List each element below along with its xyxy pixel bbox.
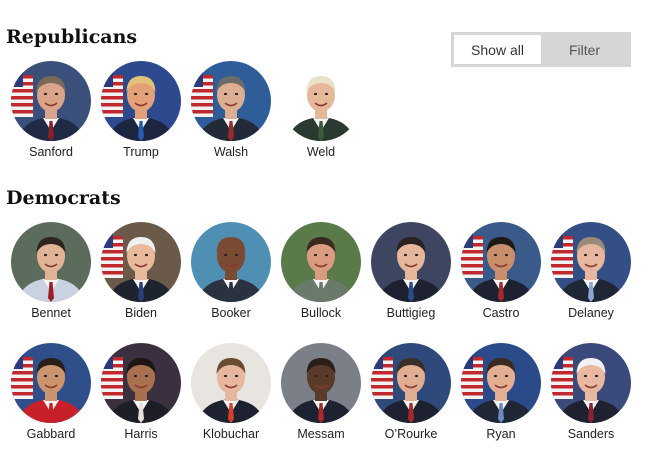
candidate-o-rourke[interactable]: O’Rourke [366,343,456,441]
candidate-buttigieg[interactable]: Buttigieg [366,222,456,320]
candidate-name: Booker [211,306,251,320]
candidate-harris[interactable]: Harris [96,343,186,441]
filter-button[interactable]: Filter [541,35,628,64]
candidate-name: Sanders [567,427,615,441]
section-title-democrats: Democrats [6,187,121,209]
candidate-photo [11,222,91,302]
candidate-photo [371,343,451,423]
candidate-name: Messam [297,427,345,441]
candidate-photo [281,343,361,423]
candidate-messam[interactable]: Messam [276,343,366,441]
candidate-photo [191,222,271,302]
candidate-photo [461,343,541,423]
candidate-name: Ryan [486,427,516,441]
candidate-photo [11,343,91,423]
candidate-name: Weld [306,145,336,159]
candidate-photo [281,61,361,141]
candidate-sanford[interactable]: Sanford [6,61,96,159]
candidate-bullock[interactable]: Bullock [276,222,366,320]
candidate-name: Harris [124,427,158,441]
candidate-name: Buttigieg [386,306,436,320]
candidate-name: O’Rourke [384,427,438,441]
candidate-photo [191,61,271,141]
candidate-walsh[interactable]: Walsh [186,61,276,159]
candidate-name: Klobuchar [202,427,260,441]
candidate-photo [101,222,181,302]
candidate-klobuchar[interactable]: Klobuchar [186,343,276,441]
candidate-name: Gabbard [26,427,76,441]
candidate-trump[interactable]: Trump [96,61,186,159]
candidate-weld[interactable]: Weld [276,61,366,159]
section-title-republicans: Republicans [6,26,138,48]
candidate-gabbard[interactable]: Gabbard [6,343,96,441]
candidate-photo [11,61,91,141]
candidate-name: Bullock [300,306,342,320]
candidate-castro[interactable]: Castro [456,222,546,320]
candidate-photo [191,343,271,423]
candidate-delaney[interactable]: Delaney [546,222,636,320]
candidate-booker[interactable]: Booker [186,222,276,320]
candidate-photo [281,222,361,302]
candidate-name: Sanford [29,145,73,159]
candidate-ryan[interactable]: Ryan [456,343,546,441]
show-all-button[interactable]: Show all [454,35,541,64]
candidate-biden[interactable]: Biden [96,222,186,320]
candidate-photo [101,343,181,423]
candidate-name: Walsh [213,145,249,159]
candidate-photo [461,222,541,302]
candidate-name: Delaney [568,306,614,320]
candidate-name: Bennet [31,306,71,320]
candidate-photo [551,343,631,423]
candidate-photo [101,61,181,141]
candidate-photo [551,222,631,302]
candidate-name: Trump [123,145,159,159]
candidate-bennet[interactable]: Bennet [6,222,96,320]
candidate-sanders[interactable]: Sanders [546,343,636,441]
view-toggle: Show all Filter [451,32,631,67]
candidate-name: Biden [125,306,157,320]
candidate-name: Castro [482,306,520,320]
candidate-photo [371,222,451,302]
